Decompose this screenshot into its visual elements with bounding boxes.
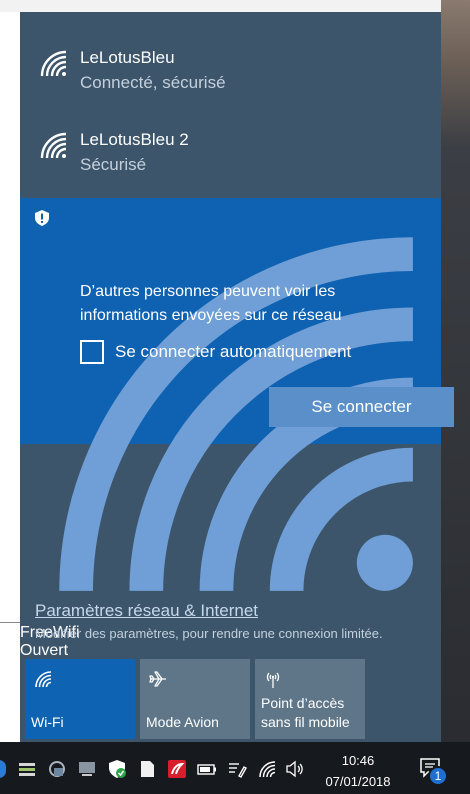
app-icon[interactable] bbox=[17, 759, 37, 779]
desktop-background-top bbox=[0, 0, 470, 12]
wifi-icon[interactable] bbox=[257, 759, 277, 779]
network-settings-description: Modifier des paramètres, pour rendre une… bbox=[35, 626, 383, 641]
desktop-wallpaper bbox=[441, 0, 470, 742]
network-status: Sécurisé bbox=[80, 155, 147, 174]
connect-button[interactable]: Se connecter bbox=[269, 387, 454, 427]
network-flyout: LeLotusBleu Connecté, sécurisé LeLotusBl… bbox=[20, 12, 454, 742]
desktop-divider bbox=[0, 622, 20, 623]
auto-connect-label[interactable]: Se connecter automatiquement bbox=[115, 342, 351, 362]
app-icon[interactable] bbox=[0, 760, 6, 778]
antivirus-icon[interactable] bbox=[167, 759, 187, 779]
wifi-icon bbox=[40, 132, 67, 159]
warning-shield-icon bbox=[35, 210, 49, 226]
security-warning-text: D’autres personnes peuvent voir les info… bbox=[80, 283, 342, 324]
tile-label: Point d’accès sans fil mobile bbox=[261, 695, 350, 730]
pen-icon[interactable] bbox=[227, 759, 247, 779]
app-icon[interactable] bbox=[47, 759, 67, 779]
wifi-icon bbox=[35, 671, 52, 688]
document-icon[interactable] bbox=[137, 759, 157, 779]
clock-date: 07/01/2018 bbox=[325, 774, 391, 789]
clock-time: 10:46 bbox=[341, 753, 375, 768]
network-name: LeLotusBleu bbox=[80, 48, 175, 67]
security-shield-icon[interactable] bbox=[107, 759, 127, 779]
network-name: LeLotusBleu 2 bbox=[80, 130, 189, 149]
hotspot-icon bbox=[266, 672, 280, 688]
wifi-icon bbox=[40, 50, 67, 77]
quick-action-wifi[interactable]: Wi-Fi bbox=[25, 659, 135, 739]
desktop-window-left bbox=[0, 12, 20, 742]
volume-icon[interactable] bbox=[285, 759, 305, 779]
network-item-lelotusbleu-2[interactable]: LeLotusBleu 2 Sécurisé bbox=[20, 124, 441, 194]
network-status: Connecté, sécurisé bbox=[80, 73, 226, 92]
tile-label: Mode Avion bbox=[146, 714, 219, 730]
network-item-freewifi[interactable]: FreeWifi Ouvert D’autres personnes peuve… bbox=[20, 198, 454, 659]
battery-icon[interactable] bbox=[197, 759, 217, 779]
quick-action-airplane-mode[interactable]: Mode Avion bbox=[140, 659, 250, 739]
checkbox-box[interactable] bbox=[80, 340, 104, 364]
tile-label: Wi-Fi bbox=[31, 714, 64, 730]
network-status: Ouvert bbox=[20, 642, 69, 659]
airplane-icon bbox=[149, 671, 166, 687]
computer-icon[interactable] bbox=[77, 759, 97, 779]
network-settings-link[interactable]: Paramètres réseau & Internet bbox=[35, 601, 258, 621]
taskbar: 10:46 07/01/2018 1 bbox=[0, 742, 470, 794]
notification-count-badge: 1 bbox=[428, 766, 448, 786]
network-item-lelotusbleu[interactable]: LeLotusBleu Connecté, sécurisé bbox=[20, 42, 441, 112]
taskbar-clock[interactable]: 10:46 07/01/2018 bbox=[316, 750, 400, 792]
quick-action-mobile-hotspot[interactable]: Point d’accès sans fil mobile bbox=[255, 659, 365, 739]
